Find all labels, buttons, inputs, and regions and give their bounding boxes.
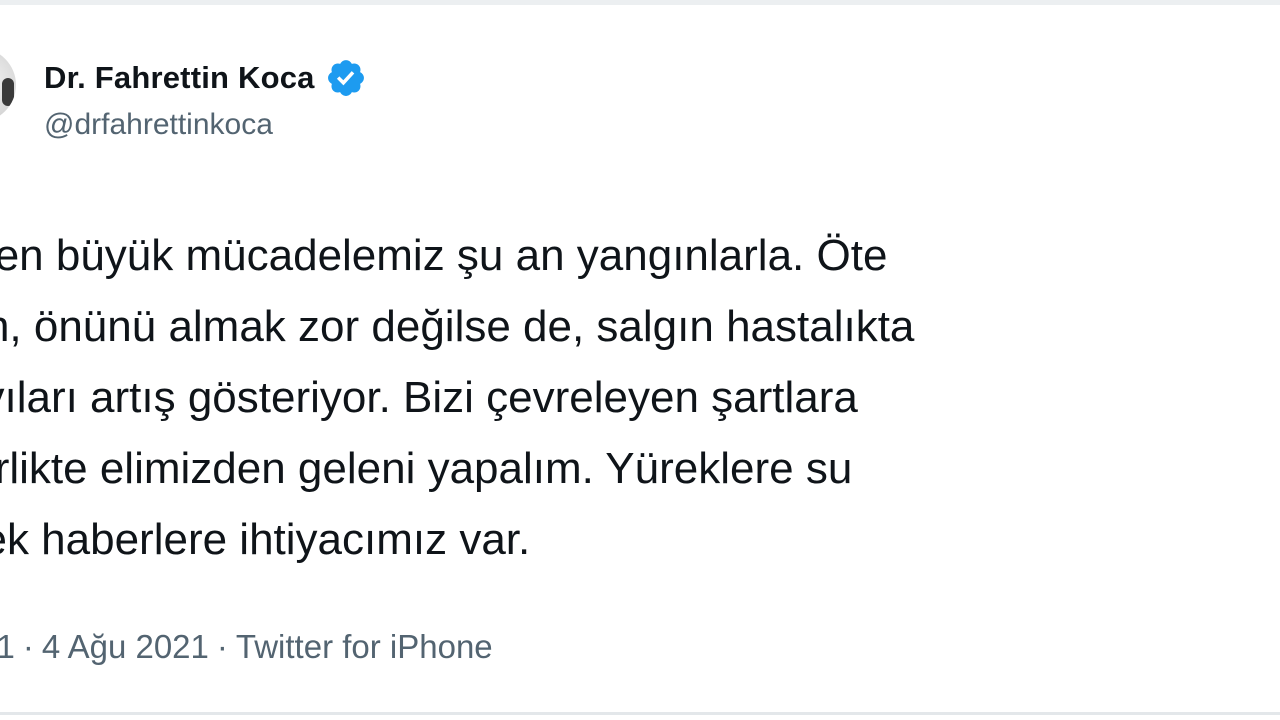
author-handle[interactable]: @drfahrettinkoca <box>44 108 367 142</box>
author-display-name[interactable]: Dr. Fahrettin Koca <box>44 60 315 96</box>
tweet-text-line: sayıları artış gösteriyor. Bizi çevreley… <box>0 373 858 422</box>
tweet-metadata: :01 · 4 Ağu 2021 · Twitter for iPhone <box>0 623 493 671</box>
tweet-date[interactable]: 4 Ağu 2021 <box>42 628 209 666</box>
verified-badge-icon <box>327 60 364 96</box>
tweet-card: Dr. Fahrettin Koca @drfahrettinkoca ce e… <box>0 0 1280 720</box>
meta-separator: · <box>216 628 228 665</box>
tweet-text-line: ce en büyük mücadelemiz şu an yangınlarl… <box>0 231 888 280</box>
tweet-text: ce en büyük mücadelemiz şu an yangınlarl… <box>0 220 1280 575</box>
meta-separator: · <box>22 628 34 665</box>
bottom-divider <box>0 712 1280 715</box>
tweet-source[interactable]: Twitter for iPhone <box>236 628 493 666</box>
tweet-time[interactable]: :01 <box>0 628 15 666</box>
author-block: Dr. Fahrettin Koca @drfahrettinkoca <box>44 54 367 142</box>
avatar-image-detail <box>2 78 14 106</box>
author-name-row: Dr. Fahrettin Koca <box>44 54 367 102</box>
top-divider <box>0 0 1280 5</box>
tweet-text-line: dan, önünü almak zor değilse de, salgın … <box>0 302 915 351</box>
tweet-text-line: ecek haberlere ihtiyacımız var. <box>0 515 531 564</box>
avatar[interactable] <box>0 48 16 122</box>
tweet-text-line: , birlikte elimizden geleni yapalım. Yür… <box>0 444 853 493</box>
